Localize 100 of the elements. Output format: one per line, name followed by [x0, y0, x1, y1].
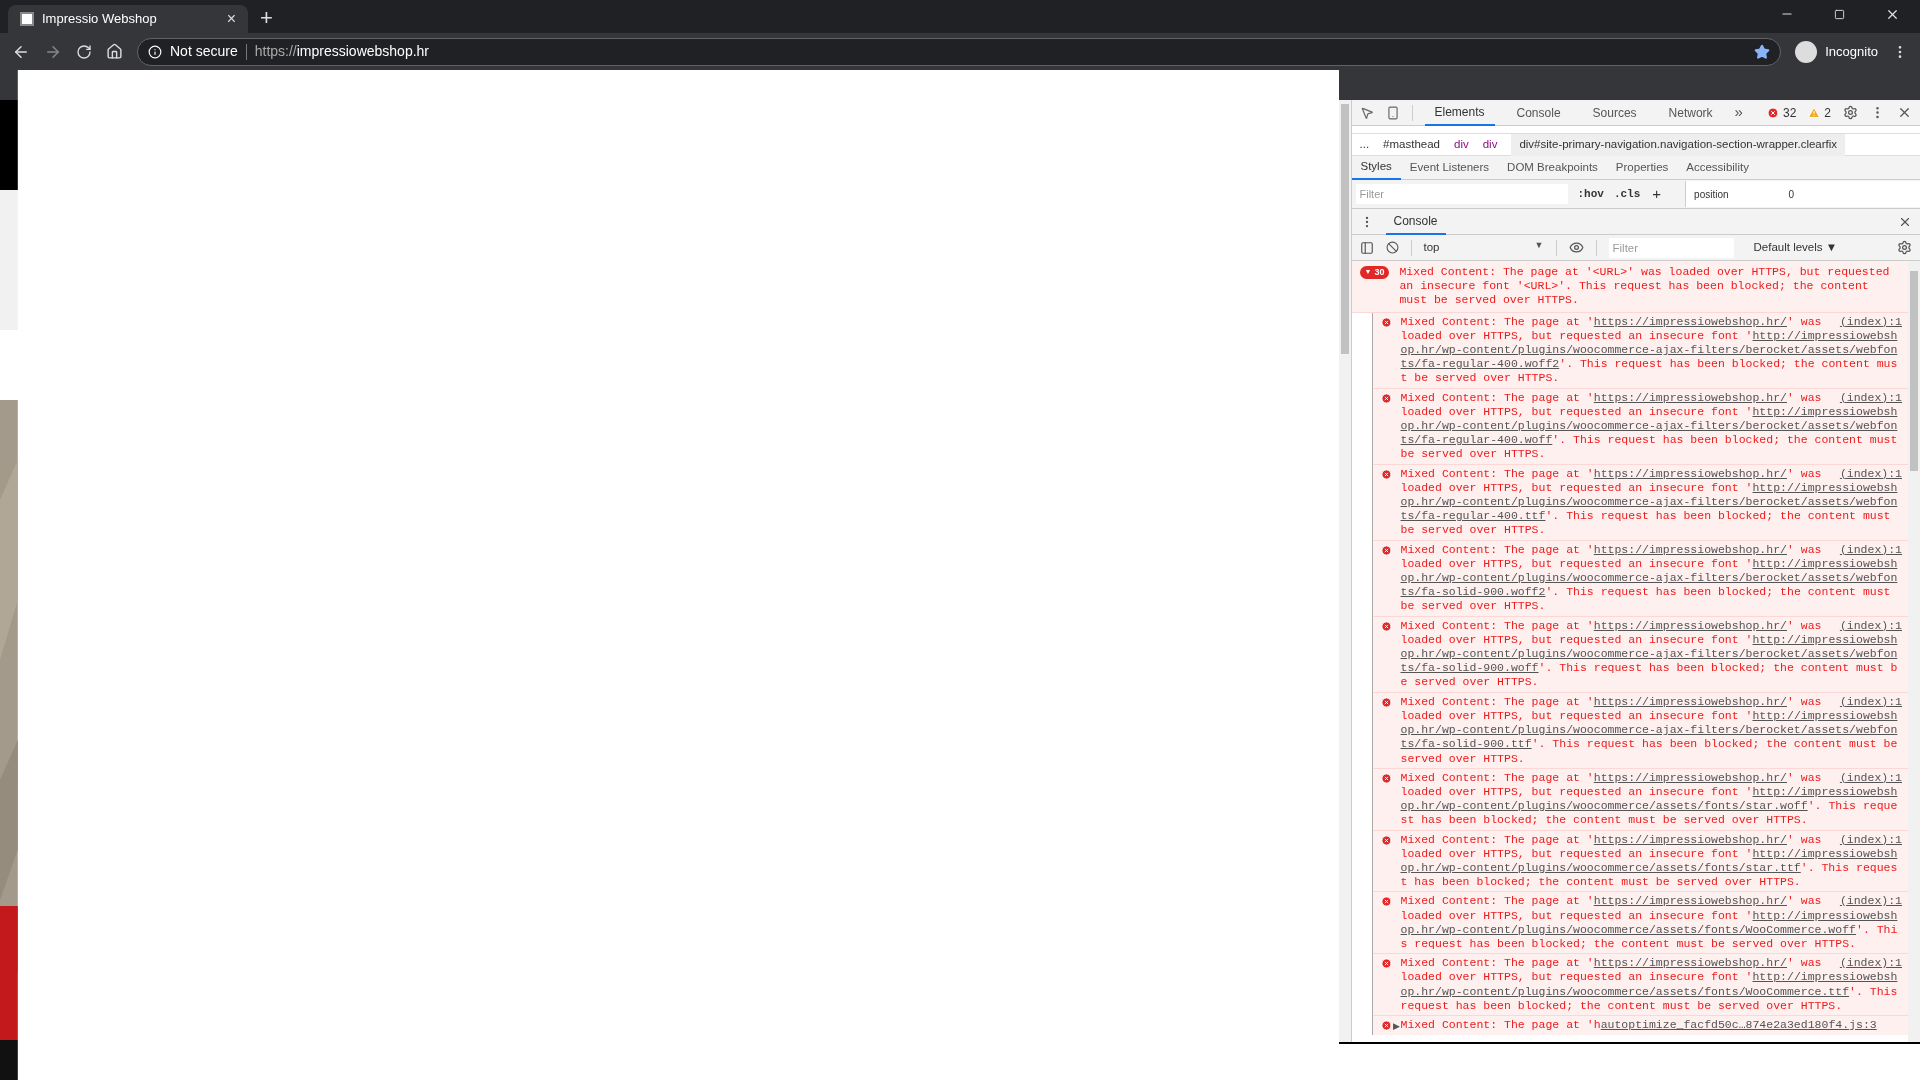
url-link[interactable]: https://impressiowebshop.hr/: [1593, 314, 1787, 328]
styles-subtab[interactable]: Event Listeners: [1400, 155, 1499, 180]
close-tab-button[interactable]: ×: [226, 7, 236, 31]
source-link[interactable]: (index):1: [1839, 618, 1902, 633]
url-link[interactable]: https://impressiowebshop.hr/: [1593, 466, 1787, 480]
error-icon: [1380, 834, 1392, 846]
console-message: loaded over HTTPS, but requested an insecure font 'http://impressiowebshop.hr/wp-content/plugins/woocommerce/assets/fonts/star.woff'. This request has been blocked; the content must be served over HTTPS.: [1400, 784, 1899, 828]
console-message-heading: Mixed Content: The page at 'https://impressiowebshop.hr/' was: [1400, 390, 1822, 405]
url-link[interactable]: https://impressiowebshop.hr/: [1593, 618, 1787, 632]
expand-arrow[interactable]: ▶: [1392, 1017, 1401, 1034]
browser-tab[interactable]: Impressio Webshop ×: [8, 5, 248, 33]
hov-toggle[interactable]: :hov: [1577, 185, 1604, 203]
more-tabs-button[interactable]: »: [1734, 101, 1743, 124]
console-message: Mixed Content: The page at '<URL>' was loaded over HTTPS, but requested an insecure font '<URL>'. This request has been blocked; the content must be served over HTTPS.: [1399, 265, 1891, 308]
url-link[interactable]: https://impressiowebshop.hr/: [1593, 390, 1787, 404]
console-message-heading: Mixed Content: The page at 'https://impressiowebshop.hr/' was: [1400, 832, 1822, 847]
console-message-heading: Mixed Content: The page at 'https://impressiowebshop.hr/' was: [1400, 694, 1822, 709]
box-model-label: position: [1694, 187, 1729, 202]
incognito-indicator[interactable]: Incognito: [1795, 40, 1878, 63]
url-link[interactable]: https://impressiowebshop.hr/: [1593, 770, 1787, 784]
error-icon: [1380, 316, 1392, 328]
url-link[interactable]: https://impressiowebshop.hr/: [1593, 832, 1787, 846]
breadcrumb[interactable]: ...: [1359, 135, 1370, 154]
devtools-tab[interactable]: Elements: [1424, 99, 1495, 126]
url-link[interactable]: https://impressiowebshop.hr/: [1593, 542, 1787, 556]
url-link[interactable]: https://impressiowebshop.hr/: [1593, 694, 1787, 708]
source-link[interactable]: (index):1: [1839, 956, 1902, 971]
styles-filter-field[interactable]: Filter: [1355, 184, 1568, 204]
address-bar[interactable]: Not secure https://impressiowebshop.hr: [137, 37, 1782, 66]
devtools-tab[interactable]: Sources: [1582, 99, 1647, 126]
new-tab-button[interactable]: +: [260, 7, 273, 29]
url-link[interactable]: https://impressiowebshop.hr/: [1593, 956, 1787, 970]
console-message: loaded over HTTPS, but requested an insecure font 'http://impressiowebshop.hr/wp-content/plugins/woocommerce-ajax-filters/berocket/assets/webfonts/fa-solid-900.woff'. This request has been blocked; the content must be served over HTTPS.: [1400, 632, 1899, 690]
url-link[interactable]: https://impressiowebshop.hr/: [1593, 894, 1787, 908]
styles-subtab[interactable]: DOM Breakpoints: [1498, 155, 1607, 180]
console-message-heading: Mixed Content: The page at 'https://impressiowebshop.hr/' was: [1400, 618, 1822, 633]
restore-icon[interactable]: [1834, 8, 1845, 20]
clear-console-icon[interactable]: [1385, 241, 1399, 254]
warning-count[interactable]: 2: [1824, 103, 1831, 122]
error-icon: [1380, 696, 1392, 708]
scrollbar-thumb[interactable]: [1910, 271, 1918, 471]
breadcrumb[interactable]: div: [1482, 135, 1498, 154]
cls-toggle[interactable]: .cls: [1613, 185, 1641, 203]
reload-icon[interactable]: [76, 43, 92, 60]
breadcrumb[interactable]: #masthead: [1383, 135, 1440, 154]
source-link[interactable]: (index):1: [1839, 894, 1902, 909]
error-icon: [1380, 1019, 1392, 1031]
console-message: loaded over HTTPS, but requested an insecure font 'http://impressiowebshop.hr/wp-content/plugins/woocommerce/assets/fonts/WooCommerce.woff'. This request has been blocked; the content must be served over HTTPS.: [1400, 908, 1899, 952]
source-link[interactable]: (index):1: [1839, 314, 1902, 329]
source-link[interactable]: (index):1: [1839, 770, 1902, 785]
error-icon: [1380, 620, 1392, 632]
inspect-icon[interactable]: [1359, 105, 1374, 120]
error-count[interactable]: 32: [1782, 103, 1797, 122]
settings-icon[interactable]: [1843, 105, 1858, 120]
console-message-heading: Mixed Content: The page at 'https://impressiowebshop.hr/' was: [1400, 314, 1822, 329]
source-link[interactable]: (index):1: [1839, 832, 1902, 847]
breadcrumb[interactable]: div: [1454, 135, 1469, 154]
security-label: Not secure: [170, 42, 238, 61]
error-icon: [1380, 896, 1392, 908]
home-icon[interactable]: [106, 43, 123, 60]
source-link[interactable]: (index):1: [1839, 390, 1902, 405]
new-rule-button[interactable]: +: [1652, 182, 1662, 206]
sidebar-toggle-icon[interactable]: [1359, 240, 1374, 255]
source-link[interactable]: (index):1: [1839, 694, 1902, 709]
console-message: loaded over HTTPS, but requested an insecure font 'http://impressiowebshop.hr/wp-content/plugins/woocommerce/assets/fonts/WooCommerce.ttf'. This request has been blocked; the content must be served over HTTPS.: [1400, 970, 1899, 1013]
styles-subtab[interactable]: Accessibility: [1677, 155, 1758, 180]
console-message-heading: Mixed Content: The page at 'https://impressiowebshop.hr/' was: [1400, 956, 1822, 971]
warning-icon: [1808, 106, 1821, 119]
console-message: loaded over HTTPS, but requested an insecure font 'http://impressiowebshop.hr/wp-content/plugins/woocommerce-ajax-filters/berocket/assets/webfonts/fa-solid-900.ttf'. This request has been blocked; the content must be served over HTTPS.: [1400, 708, 1899, 766]
console-filter-field[interactable]: Filter: [1608, 237, 1734, 258]
devtools-tab[interactable]: Network: [1658, 99, 1723, 126]
console-message-heading: Mixed Content: The page at 'https://impressiowebshop.hr/' was: [1400, 542, 1822, 557]
breadcrumb[interactable]: div#site-primary-navigation.navigation-section-wrapper.clearfix: [1511, 133, 1846, 156]
console-message-heading: Mixed Content: The page at 'https://impressiowebshop.hr/' was: [1400, 770, 1822, 785]
error-icon: [1380, 772, 1392, 784]
console-message-heading: Mixed Content: The page at 'https://impressiowebshop.hr/' was: [1400, 894, 1822, 909]
bookmark-star-icon[interactable]: [1754, 43, 1771, 60]
devtools-tab[interactable]: Console: [1506, 99, 1571, 126]
error-icon: [1380, 468, 1392, 480]
source-link[interactable]: (index):1: [1839, 466, 1902, 481]
console-message: loaded over HTTPS, but requested an insecure font 'http://impressiowebshop.hr/wp-content/plugins/woocommerce-ajax-filters/berocket/assets/webfonts/fa-regular-400.woff'. This request has been blocked; the content must be served over HTTPS.: [1400, 404, 1899, 462]
close-icon[interactable]: [1897, 105, 1912, 120]
console-message: loaded over HTTPS, but requested an insecure font 'http://impressiowebshop.hr/wp-content/plugins/woocommerce-ajax-filters/berocket/assets/webfonts/fa-solid-900.woff2'. This request has been blocked; the content must be served over HTTPS.: [1400, 556, 1899, 614]
error-icon: [1766, 106, 1779, 119]
error-icon: [1380, 958, 1392, 970]
error-icon: [1380, 392, 1392, 404]
scrollbar-thumb[interactable]: [1340, 104, 1349, 354]
context-select[interactable]: top ▼: [1423, 238, 1544, 257]
info-icon: [148, 44, 162, 59]
console-message: loaded over HTTPS, but requested an insecure font 'http://impressiowebshop.hr/wp-content/plugins/woocommerce-ajax-filters/berocket/assets/webfonts/fa-regular-400.ttf'. This request has been blocked; the content must be served over HTTPS.: [1400, 480, 1899, 538]
styles-subtab[interactable]: Properties: [1606, 155, 1678, 180]
source-link[interactable]: autoptimize_facfd50c…874e2a3ed180f4.js:3: [1600, 1017, 1877, 1034]
live-expression-icon[interactable]: [1568, 240, 1584, 255]
console-message-heading: Mixed Content: The page at 'https://impressiowebshop.hr/' was: [1400, 466, 1822, 481]
console-message: loaded over HTTPS, but requested an insecure font 'http://impressiowebshop.hr/wp-content/plugins/woocommerce-ajax-filters/berocket/assets/webfonts/fa-regular-400.woff2'. This request has been blocked; the content must be served over HTTPS.: [1400, 328, 1899, 386]
device-toolbar-icon[interactable]: [1385, 105, 1400, 120]
levels-dropdown[interactable]: Default levels ▼: [1753, 238, 1838, 257]
console-settings-icon[interactable]: [1897, 240, 1912, 255]
favicon-icon: [20, 12, 34, 26]
source-link[interactable]: (index):1: [1839, 542, 1902, 557]
